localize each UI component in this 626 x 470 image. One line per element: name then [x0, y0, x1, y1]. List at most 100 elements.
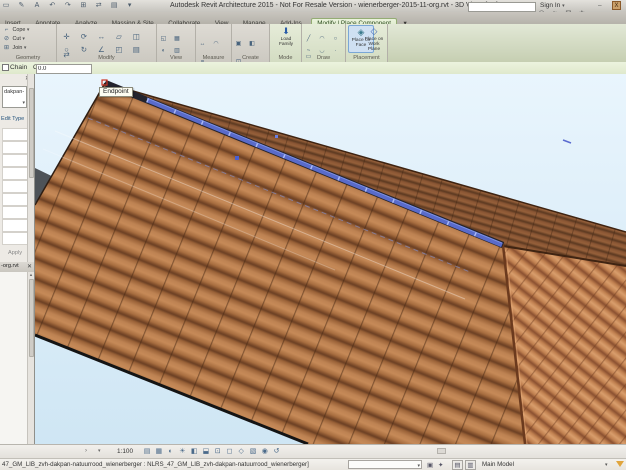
panel-draw: ╱ ◠ ○ ▭ ~ ◡ · . Draw [302, 24, 346, 62]
measure-angle-icon[interactable]: ◠ [211, 40, 220, 48]
status-message: 47_GM_LIB_zvh-dakpan-natuurrood_wienerbe… [2, 461, 309, 468]
shadows-icon[interactable]: ☀ [177, 447, 187, 457]
editing-requests-icon[interactable]: ✦ [438, 461, 443, 469]
property-row[interactable] [2, 141, 28, 154]
lock-view-icon[interactable]: ◻ [224, 447, 234, 457]
panel-mode: ⬇ Load Family Mode [270, 24, 302, 62]
panel-modify: ✛ ⟳ ↔ ▱ ◫ ⇄ ○ ↻ ∠ ◰ ▤ × Modify [57, 24, 157, 62]
filter-icon[interactable] [616, 461, 624, 467]
temp-hide-icon[interactable]: ◇ [236, 447, 246, 457]
panel-label-view[interactable]: View [157, 54, 195, 62]
panel-label-draw[interactable]: Draw [302, 54, 345, 62]
minimize-icon[interactable]: – [598, 2, 602, 9]
sign-in-button[interactable]: Sign In ▾ [540, 2, 565, 9]
cope-icon: ⌐ [2, 26, 11, 34]
cut-button[interactable]: ⊘ Cut ▾ [2, 35, 25, 43]
qat-redo-icon[interactable]: ↷ [63, 1, 73, 11]
join-icon: ⊞ [2, 44, 11, 52]
offset-input[interactable] [36, 64, 92, 74]
panel-view: ◱ ▦ ◐ ▥ View [157, 24, 196, 62]
roof-3d-view [35, 74, 626, 444]
qat-text-icon[interactable]: A [32, 1, 42, 11]
show-crop-icon[interactable]: ⊡ [213, 447, 223, 457]
snap-tooltip: Endpoint [99, 87, 133, 97]
property-row[interactable] [2, 219, 28, 232]
ribbon: ⌐ Cope ▾ ⊘ Cut ▾ ⊞ Join ▾ Geometry ✛ ⟳ ↔… [0, 24, 626, 62]
property-row[interactable] [2, 154, 28, 167]
panel-label-measure[interactable]: Measure [196, 54, 231, 62]
property-row[interactable] [2, 128, 28, 141]
panel-create: ▣ ◧ ⊡ Create [232, 24, 270, 62]
property-row[interactable] [2, 206, 28, 219]
join-button[interactable]: ⊞ Join ▾ [2, 44, 26, 52]
load-family-button[interactable]: ⬇ Load Family [273, 25, 299, 53]
property-row[interactable] [2, 193, 28, 206]
cope-button[interactable]: ⌐ Cope ▾ [2, 26, 29, 34]
infocenter-search [468, 2, 536, 12]
type-selector-caret-icon: ▾ [22, 100, 25, 106]
status-bar: 47_GM_LIB_zvh-dakpan-natuurrood_wienerbe… [0, 458, 626, 470]
chain-checkbox[interactable] [2, 64, 9, 71]
create-group-icon[interactable]: ▣ [234, 40, 243, 48]
properties-scrollbar[interactable] [27, 74, 34, 262]
qat-view-icon[interactable]: ▤ [109, 1, 119, 11]
main-model-caret-icon: ▾ [605, 462, 608, 468]
place-on-work-plane-button[interactable]: ◇ Place on Work Plane [362, 25, 386, 53]
property-row[interactable] [2, 180, 28, 193]
qat-grid-icon[interactable]: ⊞ [78, 1, 88, 11]
qat-overflow-icon[interactable]: ▾ [125, 1, 135, 11]
qat-open-icon[interactable]: ▭ [1, 1, 11, 11]
scale-control[interactable]: 1:100 [117, 448, 133, 455]
browser-scrollbar[interactable]: ▲ [27, 272, 34, 444]
cut-icon: ⊘ [2, 35, 11, 43]
design-option-combo[interactable]: ▾ [348, 460, 422, 469]
qat-undo-icon[interactable]: ↶ [47, 1, 57, 11]
panel-label-modify[interactable]: Modify [57, 54, 156, 62]
browser-close-icon[interactable]: ✕ [27, 263, 32, 270]
constraints-icon[interactable]: ↺ [272, 447, 282, 457]
detail-level-icon[interactable]: ▤ [142, 447, 152, 457]
scroll-up-icon[interactable]: ▲ [28, 272, 34, 277]
crop-view-icon[interactable]: ⬓ [201, 447, 211, 457]
blue-marker-2 [275, 135, 278, 138]
window-title: Autodesk Revit Architecture 2015 - Not F… [170, 2, 470, 9]
view-control-bar: › ▾ 1:100 ▤ ▦ ◐ ☀ ◧ ⬓ ⊡ ◻ ◇ ▧ ◉ ↺ [0, 444, 626, 459]
panel-caret-icon[interactable]: ▾ [98, 448, 101, 454]
project-browser-titlebar[interactable]: -org.rvt ✕ [0, 262, 35, 272]
design-option-caret-icon: ▾ [417, 463, 420, 469]
revit-window: ▭ ✎ A ↶ ↷ ⊞ ⇄ ▤ ▾ Autodesk Revit Archite… [0, 0, 626, 470]
sun-path-icon[interactable]: ◐ [166, 447, 176, 457]
exclude-options-toggle[interactable]: ▥ [465, 460, 476, 470]
chain-label: Chain [10, 64, 27, 71]
place-on-work-plane-icon: ◇ [362, 25, 386, 37]
qat-sync-icon[interactable]: ⇄ [94, 1, 104, 11]
panel-label-mode[interactable]: Mode [270, 54, 301, 62]
analytical-icon[interactable]: ◉ [260, 447, 270, 457]
load-family-icon: ⬇ [273, 25, 299, 37]
ribbon-empty-area [388, 24, 626, 62]
render-icon[interactable]: ◧ [189, 447, 199, 457]
property-row[interactable] [2, 232, 28, 245]
properties-palette: ✕ dakpan- ▾ Edit Type Apply [0, 74, 35, 262]
panel-chevron-icon[interactable]: › [85, 448, 87, 454]
edit-type-button[interactable]: Edit Type [1, 116, 24, 122]
reveal-hidden-icon[interactable]: ▧ [248, 447, 258, 457]
drawing-canvas[interactable]: Endpoint [35, 74, 626, 444]
qat-modify-icon[interactable]: ✎ [16, 1, 26, 11]
panel-label-placement[interactable]: Placement [346, 54, 387, 62]
exchange-apps-icon[interactable]: X [612, 1, 621, 10]
scrollbar-handle[interactable] [437, 448, 446, 454]
apply-button[interactable]: Apply [8, 250, 22, 256]
measure-distance-icon[interactable]: ↔ [198, 40, 207, 48]
panel-label-create[interactable]: Create [232, 54, 269, 62]
blue-marker-1 [235, 156, 239, 160]
worksets-icon[interactable]: ▣ [427, 461, 433, 469]
visual-style-icon[interactable]: ▦ [154, 447, 164, 457]
create-similar-icon[interactable]: ◧ [247, 40, 256, 48]
main-model-selector[interactable]: Main Model [482, 461, 514, 468]
active-only-toggle[interactable]: ▤ [452, 460, 463, 470]
panel-label-geometry[interactable]: Geometry [0, 54, 56, 62]
panel-placement: ◈ Place on Face ◇ Place on Work Plane Pl… [346, 24, 388, 62]
property-row[interactable] [2, 167, 28, 180]
type-selector[interactable]: dakpan- ▾ [2, 86, 27, 108]
